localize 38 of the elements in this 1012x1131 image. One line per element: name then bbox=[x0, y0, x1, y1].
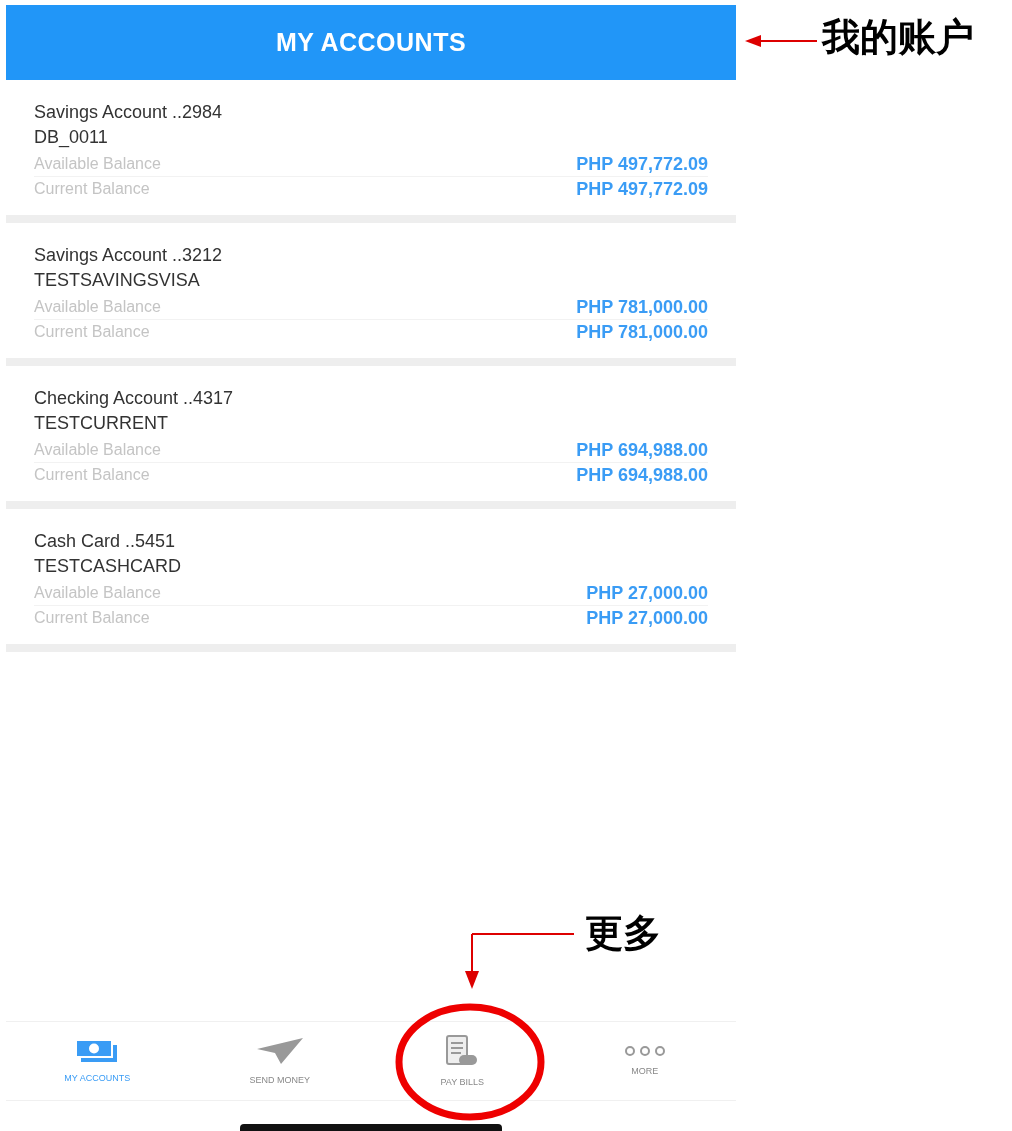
more-icon bbox=[623, 1046, 666, 1056]
balance-label: Available Balance bbox=[34, 155, 161, 173]
account-nickname: TESTCURRENT bbox=[34, 412, 169, 435]
account-card[interactable]: Cash Card ..5451 TESTCASHCARD Available Balance PHP 27,000.00 Current Balance PHP 27,000.00 bbox=[6, 509, 736, 652]
account-card[interactable]: Savings Account ..2984 DB_0011 Available Balance PHP 497,772.09 Current Balance PHP 497,772.09 bbox=[6, 80, 736, 223]
tab[interactable]: MORE bbox=[553, 1022, 736, 1100]
balance-amount: PHP 27,000.00 bbox=[586, 582, 708, 604]
account-name: Checking Account ..4317 bbox=[34, 387, 235, 410]
balance-label: Current Balance bbox=[34, 609, 150, 627]
balance-label: Current Balance bbox=[34, 466, 150, 484]
cash-icon bbox=[75, 1039, 120, 1063]
balance-amount: PHP 781,000.00 bbox=[576, 296, 708, 318]
bill-icon bbox=[445, 1035, 480, 1067]
account-name: Cash Card ..5451 bbox=[34, 530, 177, 553]
balance-amount: PHP 497,772.09 bbox=[576, 178, 708, 200]
account-card[interactable]: Savings Account ..3212 TESTSAVINGSVISA Available Balance PHP 781,000.00 Current Balance PHP 781,000.00 bbox=[6, 223, 736, 366]
balance-label: Available Balance bbox=[34, 298, 161, 316]
account-nickname: DB_0011 bbox=[34, 126, 109, 150]
account-card[interactable]: Checking Account ..4317 TESTCURRENT Available Balance PHP 694,988.00 Current Balance PHP 694,988.00 bbox=[6, 366, 736, 509]
page-title: MY ACCOUNTS bbox=[6, 5, 736, 80]
account-name: Savings Account ..3212 bbox=[34, 244, 224, 267]
balance-amount: PHP 694,988.00 bbox=[576, 464, 708, 486]
balance-label: Available Balance bbox=[34, 441, 161, 459]
account-nickname: TESTSAVINGSVISA bbox=[34, 269, 201, 292]
tab[interactable]: PAY BILLS bbox=[371, 1022, 554, 1100]
annotation-text: 我的账户 bbox=[822, 15, 974, 60]
balance-label: Available Balance bbox=[34, 584, 161, 602]
balance-amount: PHP 694,988.00 bbox=[576, 439, 708, 461]
tab[interactable]: SEND MONEY bbox=[188, 1022, 371, 1100]
annotation-text: 更多 bbox=[585, 911, 661, 956]
balance-amount: PHP 497,772.09 bbox=[576, 153, 708, 175]
arrow bbox=[745, 34, 817, 48]
account-name: Savings Account ..2984 bbox=[34, 101, 224, 124]
balance-label: Current Balance bbox=[34, 323, 150, 341]
balance-amount: PHP 781,000.00 bbox=[576, 321, 708, 343]
balance-label: Current Balance bbox=[34, 180, 150, 198]
account-nickname: TESTCASHCARD bbox=[34, 555, 182, 578]
balance-amount: PHP 27,000.00 bbox=[586, 607, 708, 629]
